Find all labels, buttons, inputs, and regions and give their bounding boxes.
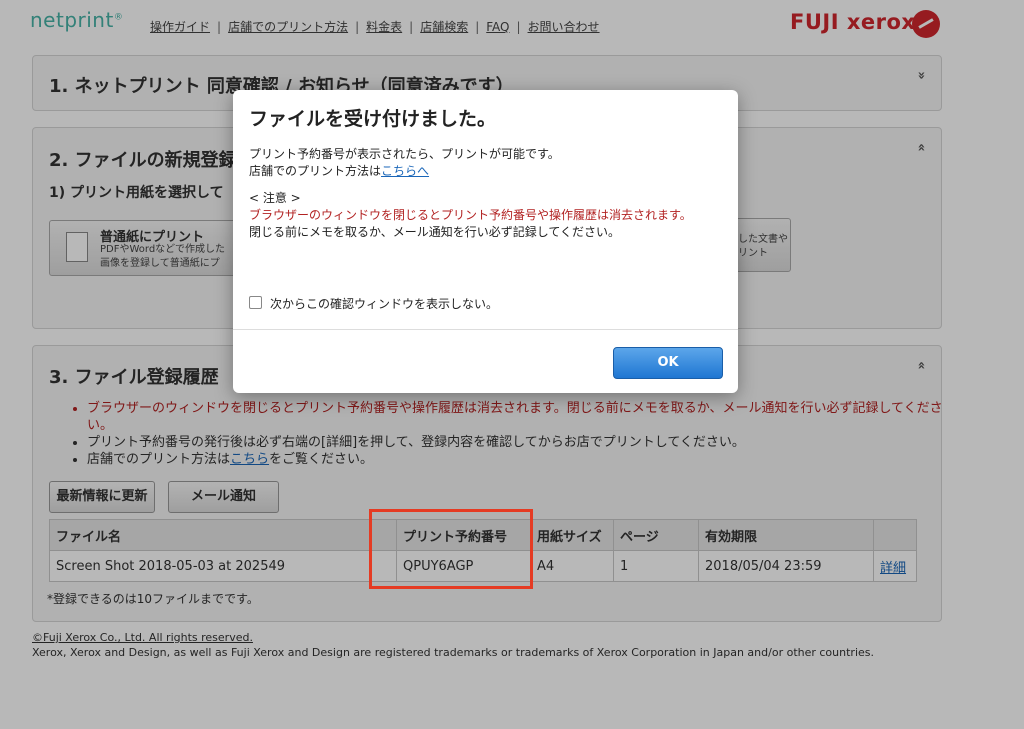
dialog-body: プリント予約番号が表示されたら、プリントが可能です。 店舗でのプリント方法はこち… <box>249 146 729 241</box>
dialog-line1: プリント予約番号が表示されたら、プリントが可能です。 <box>249 147 560 161</box>
ok-button[interactable]: OK <box>613 347 723 379</box>
checkbox-label: 次からこの確認ウィンドウを表示しない。 <box>270 297 499 311</box>
dialog-divider <box>233 329 738 330</box>
dont-show-checkbox[interactable]: 次からこの確認ウィンドウを表示しない。 <box>249 295 498 312</box>
dialog-line2: 店舗でのプリント方法はこちらへ <box>249 164 430 178</box>
dialog-store-link[interactable]: こちらへ <box>381 164 429 178</box>
confirmation-dialog: ファイルを受け付けました。 プリント予約番号が表示されたら、プリントが可能です。… <box>233 90 738 393</box>
reservation-highlight-box <box>369 509 533 589</box>
dialog-title: ファイルを受け付けました。 <box>249 108 497 130</box>
dialog-caution: < 注意 > <box>249 191 301 205</box>
dialog-advice: 閉じる前にメモを取るか、メール通知を行い必ず記録してください。 <box>249 225 621 239</box>
dialog-warning: ブラウザーのウィンドウを閉じるとプリント予約番号や操作履歴は消去されます。 <box>249 208 692 222</box>
checkbox-icon[interactable] <box>249 296 262 309</box>
